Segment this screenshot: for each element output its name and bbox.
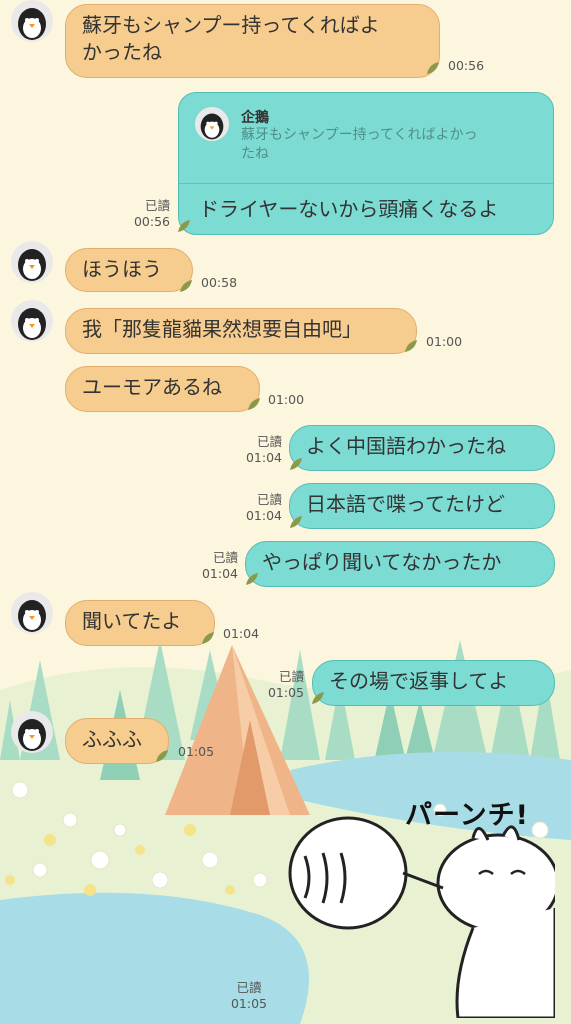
message-text: やっぱり聞いてなかったか: [262, 550, 502, 574]
leaf-icon: [290, 458, 302, 470]
message-text: その場で返事してよ: [329, 669, 509, 693]
sticker-caption: パーンチ!: [405, 800, 529, 831]
reply-quoted-line: 蘇牙もシャンプー持ってくればよかっ: [241, 127, 478, 143]
message-time: 01:04: [245, 450, 282, 465]
leaf-icon: [405, 340, 417, 352]
avatar[interactable]: [11, 711, 53, 753]
message-bubble[interactable]: やっぱり聞いてなかったか: [245, 541, 555, 587]
message-bubble[interactable]: 聞いてたよ: [65, 600, 215, 646]
message-bubble[interactable]: その場で返事してよ: [312, 660, 555, 706]
reply-quote[interactable]: 企鵝 蘇牙もシャンプー持ってくればよかっ たね: [179, 93, 553, 184]
avatar: [195, 107, 229, 141]
message-meta: 已讀 00:56: [128, 198, 170, 230]
reply-quoted-text: 蘇牙もシャンプー持ってくればよかっ たね: [241, 126, 541, 164]
message-text: かったね: [82, 40, 162, 64]
leaf-icon: [178, 220, 190, 232]
leaf-icon: [427, 62, 439, 74]
message-meta: 已讀 01:05: [228, 980, 270, 1012]
message-bubble[interactable]: よく中国語わかったね: [289, 425, 555, 471]
message-time: 01:05: [178, 744, 215, 759]
read-status: 已讀: [256, 492, 282, 507]
message-time: 01:00: [268, 392, 305, 407]
leaf-icon: [156, 750, 168, 762]
penguin-icon: [200, 113, 224, 140]
message-text: ふふふ: [82, 727, 142, 751]
message-time: 01:04: [223, 626, 260, 641]
message-meta: 已讀 01:04: [240, 492, 282, 524]
message-meta: 已讀 01:04: [240, 434, 282, 466]
read-status: 已讀: [278, 669, 304, 684]
message-text: 日本語で喋ってたけど: [306, 492, 505, 516]
read-status: 已讀: [256, 434, 282, 449]
message-bubble[interactable]: 日本語で喋ってたけど: [289, 483, 555, 529]
message-time: 01:04: [201, 566, 238, 581]
leaf-icon: [312, 692, 324, 704]
message-bubble[interactable]: ユーモアあるね: [65, 366, 260, 412]
reply-quoted-line: たね: [241, 146, 269, 162]
leaf-icon: [180, 280, 192, 292]
penguin-icon: [18, 308, 46, 340]
leaf-icon: [202, 632, 214, 644]
read-status: 已讀: [212, 550, 238, 565]
message-time: 00:58: [201, 275, 238, 290]
message-meta: 已讀 01:05: [262, 669, 304, 701]
avatar[interactable]: [11, 300, 53, 342]
message-time: 00:56: [448, 58, 485, 73]
message-text: 蘇牙もシャンプー持ってくればよ: [82, 13, 380, 37]
penguin-icon: [18, 600, 46, 632]
message-bubble[interactable]: ほうほう: [65, 248, 193, 292]
message-text: ほうほう: [82, 257, 162, 281]
avatar[interactable]: [11, 592, 53, 634]
reply-sender-name: 企鵝: [241, 110, 269, 126]
message-text: ユーモアあるね: [82, 375, 222, 399]
read-status: 已讀: [236, 980, 262, 995]
message-bubble[interactable]: 我「那隻龍貓果然想要自由吧」: [65, 308, 417, 354]
message-time: 01:05: [230, 996, 268, 1011]
message-text: ドライヤーないから頭痛くなるよ: [199, 197, 499, 221]
message-text: 聞いてたよ: [82, 609, 182, 633]
avatar[interactable]: [11, 241, 53, 283]
message-bubble[interactable]: 蘇牙もシャンプー持ってくればよ かったね: [65, 4, 440, 78]
leaf-icon: [246, 573, 258, 585]
message-text: よく中国語わかったね: [306, 434, 506, 458]
leaf-icon: [248, 398, 260, 410]
message-time: 01:00: [426, 334, 463, 349]
leaf-icon: [290, 516, 302, 528]
penguin-icon: [18, 719, 46, 751]
message-time: 00:56: [133, 214, 170, 229]
read-status: 已讀: [144, 198, 170, 213]
message-time: 01:05: [267, 685, 304, 700]
message-meta: 已讀 01:04: [196, 550, 238, 582]
penguin-icon: [18, 8, 46, 40]
reply-message-bubble[interactable]: 企鵝 蘇牙もシャンプー持ってくればよかっ たね ドライヤーないから頭痛くなるよ: [178, 92, 554, 235]
message-time: 01:04: [245, 508, 282, 523]
avatar[interactable]: [11, 0, 53, 42]
penguin-icon: [18, 249, 46, 281]
message-text: 我「那隻龍貓果然想要自由吧」: [82, 317, 362, 341]
